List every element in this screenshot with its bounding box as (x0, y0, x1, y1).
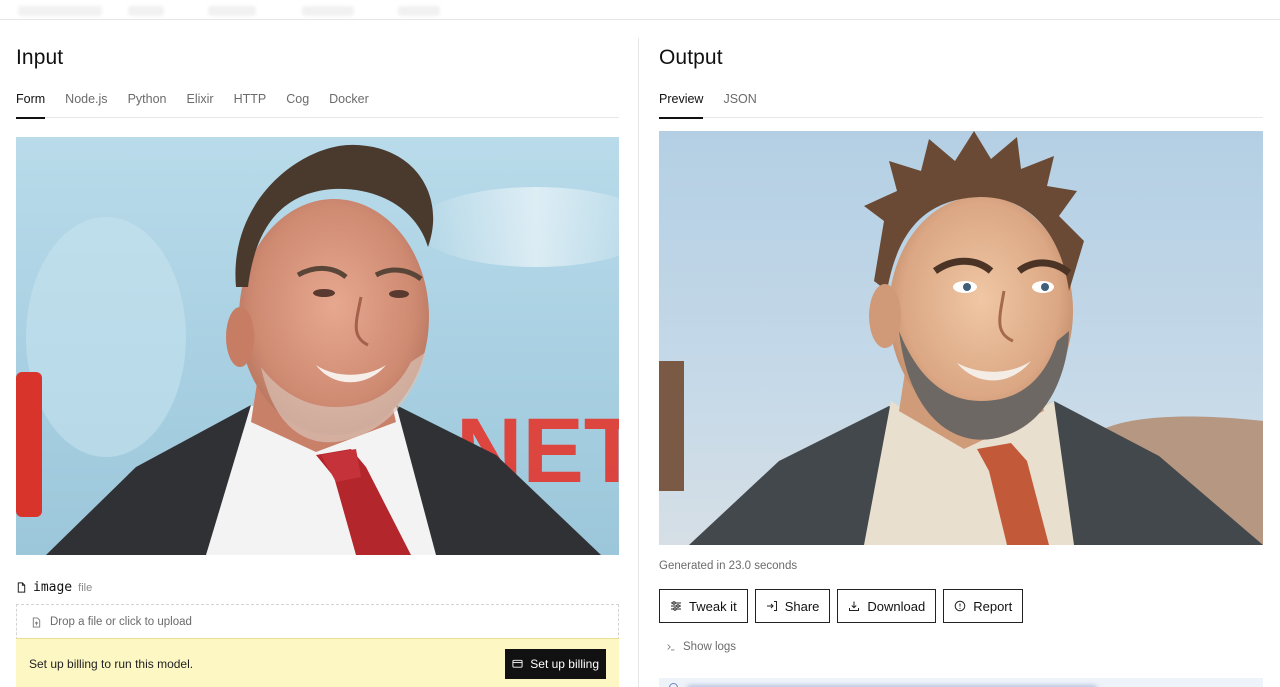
tab-form[interactable]: Form (16, 88, 46, 119)
tab-http[interactable]: HTTP (234, 88, 267, 118)
field-type: file (78, 581, 93, 594)
output-title: Output (659, 46, 723, 69)
report-button[interactable]: Report (943, 589, 1024, 623)
tab-preview[interactable]: Preview (659, 88, 704, 119)
generation-time: Generated in 23.0 seconds (659, 560, 798, 572)
report-label: Report (973, 598, 1013, 614)
share-icon (766, 601, 777, 611)
billing-banner: Set up billing to run this model. Set up… (16, 638, 619, 687)
download-icon (849, 601, 860, 611)
card-icon (512, 659, 523, 668)
nav-ghost-item (302, 6, 354, 16)
tweak-it-button[interactable]: Tweak it (659, 589, 748, 623)
nav-ghost-item (398, 6, 440, 16)
input-image-preview: NETF (16, 137, 619, 555)
output-actions: Tweak it Share Download Report (659, 589, 1024, 623)
image-field-label: image file (16, 580, 92, 595)
tab-cog[interactable]: Cog (286, 88, 309, 118)
tab-nodejs[interactable]: Node.js (65, 88, 107, 118)
download-button[interactable]: Download (837, 589, 937, 623)
output-figurine-illustration (659, 131, 1263, 545)
setup-billing-label: Set up billing (530, 656, 599, 671)
share-button[interactable]: Share (754, 589, 831, 623)
billing-message: Set up billing to run this model. (29, 656, 194, 671)
nav-ghost-item (18, 6, 102, 16)
input-portrait-illustration: NETF (16, 144, 619, 555)
tweak-it-label: Tweak it (689, 598, 737, 614)
input-tabs: Form Node.js Python Elixir HTTP Cog Dock… (16, 88, 619, 119)
output-tabs: Preview JSON (659, 88, 1263, 119)
output-image-preview (659, 131, 1263, 545)
info-notice (659, 678, 1263, 687)
input-title: Input (16, 46, 64, 69)
sliders-icon (671, 601, 681, 611)
panel-divider (638, 38, 639, 687)
tab-python[interactable]: Python (128, 88, 167, 118)
field-name: image (33, 580, 73, 595)
share-label: Share (784, 598, 820, 614)
dropzone-text: Drop a file or click to upload (50, 616, 192, 628)
show-logs-label: Show logs (683, 641, 737, 653)
info-icon (669, 683, 678, 687)
tab-elixir[interactable]: Elixir (186, 88, 213, 118)
tab-json[interactable]: JSON (723, 88, 756, 118)
file-dropzone[interactable]: Drop a file or click to upload (16, 604, 619, 640)
download-label: Download (867, 598, 926, 614)
top-navigation-bar (0, 0, 1280, 20)
warning-circle-icon (954, 600, 966, 612)
nav-ghost-item (208, 6, 256, 16)
upload-file-icon (32, 616, 41, 628)
show-logs-toggle[interactable]: Show logs (666, 641, 736, 653)
file-icon (17, 582, 26, 593)
nav-ghost-item (128, 6, 164, 16)
setup-billing-button[interactable]: Set up billing (505, 648, 606, 679)
terminal-icon (667, 644, 675, 651)
tab-docker[interactable]: Docker (329, 88, 369, 118)
